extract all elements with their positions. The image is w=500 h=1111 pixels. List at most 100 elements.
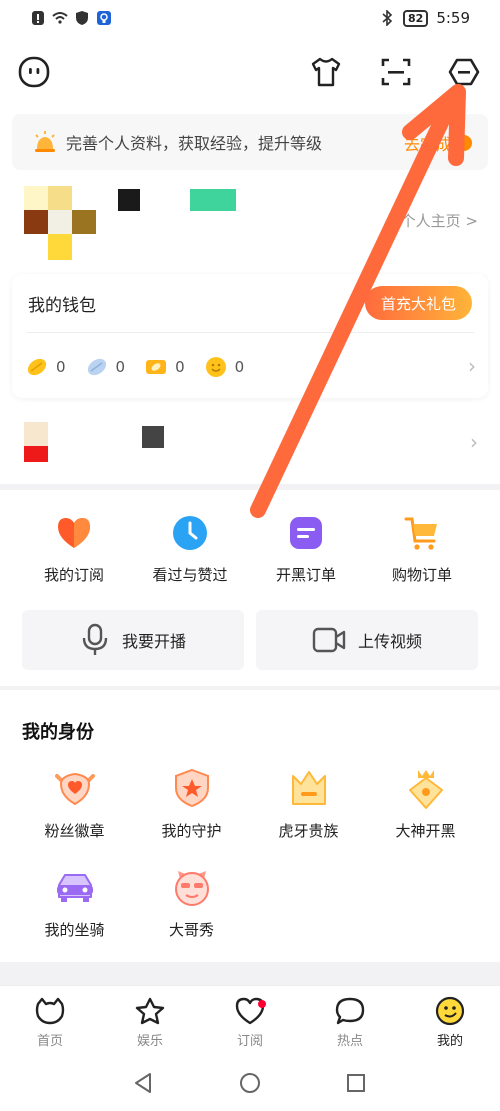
car-icon <box>56 874 93 902</box>
row-avatar-bottom <box>24 446 48 462</box>
coupon-balance[interactable]: 0 <box>145 356 185 378</box>
coupon-icon <box>146 360 167 374</box>
guard-icon <box>174 768 209 808</box>
coupon-value: 0 <box>175 358 185 376</box>
wallet-chevron-icon: › <box>468 354 476 378</box>
subscription-item[interactable]: 我的订阅 <box>16 514 132 585</box>
guard-item[interactable]: 我的守护 <box>133 766 250 841</box>
level-badge <box>190 189 236 211</box>
chat-icon <box>335 997 365 1025</box>
arrow-dot-icon <box>456 135 472 151</box>
guard-label: 我的守护 <box>161 822 222 840</box>
messages-button[interactable] <box>12 50 56 94</box>
shield-icon <box>76 11 88 25</box>
clock-icon <box>173 516 207 550</box>
battery-indicator: 82 <box>403 9 429 27</box>
quick-actions-grid: 我的订阅 看过与赞过 开黑订单 购物订单 <box>0 514 500 585</box>
banner-text: 完善个人资料，获取经验，提升等级 <box>66 134 323 153</box>
team-order-label: 开黑订单 <box>275 566 336 584</box>
notification-dot <box>258 1000 266 1008</box>
wallet-balances: 0 0 0 0 <box>26 356 244 378</box>
cart-icon <box>404 517 437 550</box>
robot-chat-icon <box>18 56 50 88</box>
settings-button[interactable] <box>442 50 486 94</box>
recents-icon[interactable] <box>345 1071 367 1095</box>
face-icon <box>174 871 209 906</box>
dress-up-button[interactable] <box>304 50 348 94</box>
app-notification-icon <box>97 11 111 25</box>
gold-bean-balance[interactable]: 0 <box>26 356 66 378</box>
tab-entertainment-label: 娱乐 <box>136 1034 163 1049</box>
tab-entertainment[interactable]: 娱乐 <box>100 986 200 1057</box>
shirt-icon <box>311 57 341 87</box>
microphone-icon <box>82 623 108 655</box>
identity-grid: 粉丝徽章 我的守护 虎牙贵族 大神开黑 我的坐骑 大哥秀 <box>16 766 486 940</box>
fan-badge-label: 粉丝徽章 <box>44 822 105 840</box>
fan-badge-item[interactable]: 粉丝徽章 <box>16 766 133 841</box>
upload-video-label: 上传视频 <box>357 632 422 651</box>
me-icon <box>435 996 465 1026</box>
go-live-label: 我要开播 <box>121 632 186 651</box>
tab-hot-label: 热点 <box>336 1034 363 1049</box>
status-bar: 82 5:59 <box>0 0 500 40</box>
row-chevron-icon[interactable]: › <box>470 430 478 454</box>
heart-icon <box>58 518 90 548</box>
username-pixel <box>118 189 140 211</box>
mount-label: 我的坐骑 <box>44 921 105 939</box>
silver-bean-value: 0 <box>115 358 126 376</box>
history-item[interactable]: 看过与赞过 <box>132 514 248 585</box>
video-camera-icon <box>312 627 346 653</box>
system-navigation <box>0 1057 500 1111</box>
hexagon-settings-icon <box>448 58 480 86</box>
shopping-order-item[interactable]: 购物订单 <box>364 514 480 585</box>
row-avatar-top <box>24 422 48 446</box>
back-icon[interactable] <box>132 1071 154 1095</box>
gold-bean-icon <box>27 358 47 376</box>
scan-icon <box>381 58 411 86</box>
identity-title: 我的身份 <box>22 722 94 743</box>
smile-coin-value: 0 <box>234 358 245 376</box>
order-icon <box>290 517 322 549</box>
banner-action[interactable]: 去完成 <box>404 131 472 155</box>
crown-icon <box>291 771 326 805</box>
master-label: 大神开黑 <box>395 822 456 840</box>
profile-completion-banner[interactable]: 完善个人资料，获取经验，提升等级 去完成 <box>12 114 488 170</box>
silver-bean-balance[interactable]: 0 <box>86 356 126 378</box>
tab-me[interactable]: 我的 <box>400 986 500 1057</box>
gold-bean-value: 0 <box>56 358 66 376</box>
wallet-title: 我的钱包 <box>28 296 96 316</box>
big-bro-show-label: 大哥秀 <box>168 921 214 939</box>
tab-home-label: 首页 <box>36 1034 63 1049</box>
tab-hot[interactable]: 热点 <box>300 986 400 1057</box>
noble-label: 虎牙贵族 <box>278 822 339 840</box>
alert-icon <box>32 11 44 25</box>
tab-me-label: 我的 <box>436 1034 463 1049</box>
go-live-button[interactable]: 我要开播 <box>22 610 244 670</box>
banner-action-label: 去完成 <box>403 135 452 154</box>
bluetooth-icon <box>382 10 393 26</box>
tab-home[interactable]: 首页 <box>0 986 100 1057</box>
mount-item[interactable]: 我的坐骑 <box>16 865 133 940</box>
upload-video-button[interactable]: 上传视频 <box>256 610 478 670</box>
noble-item[interactable]: 虎牙贵族 <box>250 766 367 841</box>
fan-badge-icon <box>54 772 95 806</box>
tab-subscribe[interactable]: 订阅 <box>200 986 300 1057</box>
first-recharge-button[interactable]: 首充大礼包 <box>364 286 472 320</box>
wallet-card[interactable]: 我的钱包 首充大礼包 0 0 0 0 › <box>12 274 488 398</box>
master-item[interactable]: 大神开黑 <box>367 766 484 841</box>
team-order-item[interactable]: 开黑订单 <box>248 514 364 585</box>
home-icon <box>35 997 65 1025</box>
home-nav-icon[interactable] <box>239 1071 261 1095</box>
tab-subscribe-label: 订阅 <box>236 1034 263 1049</box>
avatar[interactable] <box>24 186 96 260</box>
top-header <box>0 40 500 104</box>
wifi-icon <box>52 12 68 24</box>
big-bro-show-item[interactable]: 大哥秀 <box>133 865 250 940</box>
scan-button[interactable] <box>374 50 418 94</box>
smile-coin-balance[interactable]: 0 <box>205 356 245 378</box>
status-icons-left <box>30 10 112 26</box>
bell-sun-icon <box>35 131 55 152</box>
silver-bean-icon <box>87 358 106 376</box>
history-label: 看过与赞过 <box>152 566 228 584</box>
profile-homepage-link[interactable]: 个人主页 > <box>401 210 478 231</box>
